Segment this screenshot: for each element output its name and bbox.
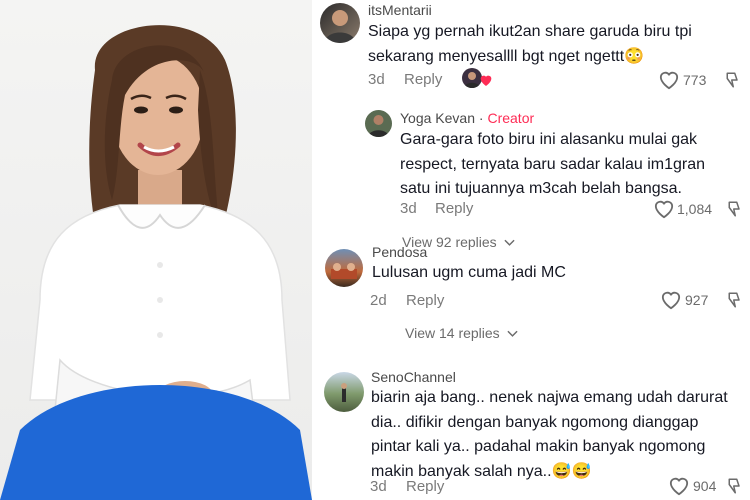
comments-panel: itsMentarii Siapa yg pernah ikut2an shar… (312, 0, 750, 500)
reply-button[interactable]: Reply (435, 200, 473, 217)
like-count: 927 (685, 292, 709, 308)
comment-text-line: respect, ternyata baru sadar kalau im1gr… (400, 155, 706, 173)
chevron-down-icon (506, 330, 518, 337)
comment-text-line: sekarang menyesallll bgt nget ngettt😳 (368, 47, 645, 65)
comment-username[interactable]: Yoga Kevan · Creator (400, 110, 534, 126)
comment-text-line: dia.. difikir dengan banyak ngomong dian… (371, 413, 699, 431)
comment-username[interactable]: Pendosa (372, 244, 427, 260)
comment-age: 2d (370, 292, 387, 309)
comment-text-line: pintar kali ya.. padahal makin banyak ng… (371, 438, 706, 455)
avatar[interactable] (325, 249, 363, 287)
like-count: 1,084 (677, 201, 713, 217)
reply-button[interactable]: Reply (406, 478, 444, 495)
comment-item: itsMentarii Siapa yg pernah ikut2an shar… (312, 0, 750, 100)
dislike-icon[interactable] (724, 476, 742, 496)
comment-username[interactable]: itsMentarii (368, 2, 432, 18)
comment-text: biarin aja bang.. nenek najwa emang udah… (371, 386, 728, 484)
like-heart-icon[interactable] (660, 290, 682, 310)
comment-age: 3d (370, 478, 387, 495)
comment-text: Gara-gara foto biru ini alasanku mulai g… (400, 128, 705, 202)
dislike-icon[interactable] (724, 290, 742, 310)
comment-username-text: Yoga Kevan (400, 110, 475, 126)
dislike-icon[interactable] (724, 199, 742, 219)
comment-item: SenoChannel biarin aja bang.. nenek najw… (312, 365, 750, 500)
avatar[interactable] (324, 372, 364, 412)
comment-item: Yoga Kevan · Creator Gara-gara foto biru… (312, 100, 750, 250)
view-replies-button[interactable]: View 14 replies (405, 325, 518, 341)
like-count: 773 (683, 72, 707, 88)
comment-text: Siapa yg pernah ikut2an share garuda bir… (368, 20, 692, 69)
like-heart-icon[interactable] (653, 199, 675, 219)
comment-age: 3d (400, 200, 417, 217)
separator-dot: · (478, 110, 484, 126)
like-heart-icon[interactable] (668, 476, 690, 496)
comment-text-line: Siapa yg pernah ikut2an share garuda bir… (368, 23, 692, 40)
like-heart-icon[interactable] (658, 70, 680, 90)
heart-icon (480, 75, 492, 86)
comment-age: 3d (368, 71, 385, 88)
creator-badge: Creator (487, 110, 535, 126)
view-replies-label: View 14 replies (405, 325, 500, 341)
reply-button[interactable]: Reply (406, 292, 444, 309)
dislike-icon[interactable] (722, 70, 740, 90)
comment-text-line: biarin aja bang.. nenek najwa emang udah… (371, 389, 728, 406)
avatar[interactable] (320, 3, 360, 43)
reply-button[interactable]: Reply (404, 71, 442, 88)
woman-portrait-illustration (0, 25, 312, 500)
comment-text-line: satu ini tujuannya m3cah belah bangsa. (400, 180, 682, 197)
comment-text-line: Gara-gara foto biru ini alasanku mulai g… (400, 131, 698, 148)
like-count: 904 (693, 478, 717, 494)
comment-item: Pendosa Lulusan ugm cuma jadi MC 2d Repl… (312, 244, 750, 314)
avatar[interactable] (365, 110, 392, 137)
woman-photo (0, 0, 312, 500)
comment-username[interactable]: SenoChannel (371, 369, 456, 385)
comment-text-line: Lulusan ugm cuma jadi MC (372, 264, 566, 281)
comment-text: Lulusan ugm cuma jadi MC (372, 261, 566, 286)
